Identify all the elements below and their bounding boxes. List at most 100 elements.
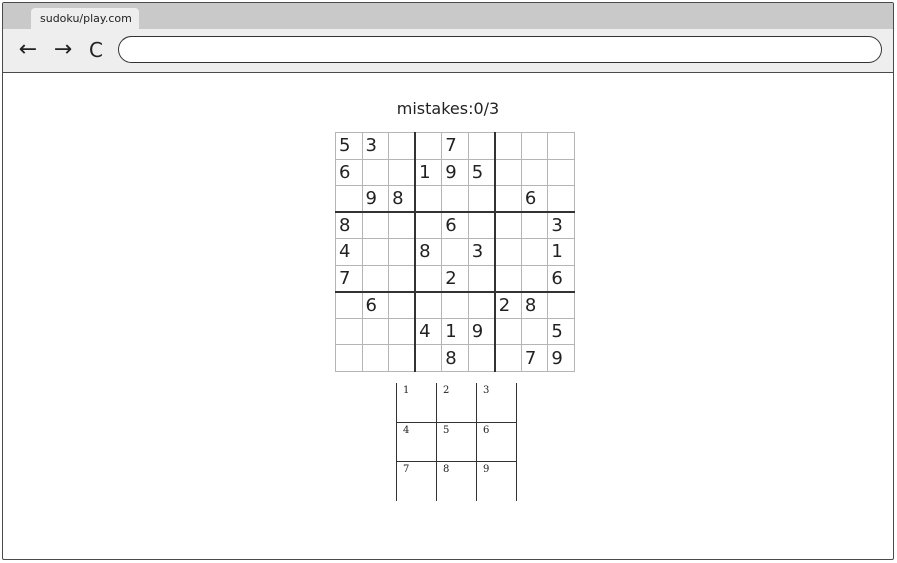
board-cell[interactable] xyxy=(388,264,417,293)
board-cell[interactable] xyxy=(494,264,522,293)
board-cell[interactable]: 8 xyxy=(388,185,417,214)
board-cell[interactable] xyxy=(388,317,417,346)
board-cell[interactable]: 5 xyxy=(335,132,363,160)
board-cell[interactable] xyxy=(361,264,390,293)
board-cell[interactable] xyxy=(361,158,390,187)
board-cell[interactable] xyxy=(335,291,363,319)
board-cell[interactable] xyxy=(388,158,417,187)
board-cell[interactable] xyxy=(547,158,575,187)
board-cell[interactable]: 8 xyxy=(520,291,549,319)
board-cell[interactable]: 8 xyxy=(441,344,469,372)
numpad-key[interactable]: 4 xyxy=(396,421,437,463)
board-cell[interactable] xyxy=(441,238,469,266)
numpad-key[interactable]: 7 xyxy=(396,461,437,501)
board-row: 7 2 6 xyxy=(335,264,575,293)
board-cell[interactable] xyxy=(388,238,417,266)
board-cell[interactable] xyxy=(520,158,549,187)
board-cell[interactable] xyxy=(547,291,575,319)
board-cell[interactable] xyxy=(361,211,390,240)
board-cell[interactable]: 5 xyxy=(467,158,496,187)
numpad-key[interactable]: 5 xyxy=(436,421,477,463)
board-cell[interactable]: 8 xyxy=(335,211,363,240)
board-cell[interactable]: 5 xyxy=(547,317,575,346)
board-cell[interactable] xyxy=(494,344,522,372)
board-cell[interactable]: 4 xyxy=(414,317,443,346)
board-cell[interactable]: 4 xyxy=(335,238,363,266)
numpad-row: 123 xyxy=(396,383,517,423)
back-arrow-icon[interactable]: ← xyxy=(15,37,41,63)
board-cell[interactable]: 9 xyxy=(467,317,496,346)
browser-tab[interactable]: sudoku/play.com xyxy=(31,8,139,30)
board-cell[interactable] xyxy=(520,211,549,240)
board-cell[interactable]: 9 xyxy=(547,344,575,372)
board-cell[interactable]: 2 xyxy=(441,264,469,293)
board-cell[interactable] xyxy=(388,344,417,372)
board-cell[interactable] xyxy=(494,185,522,214)
board-cell[interactable]: 7 xyxy=(520,344,549,372)
board-cell[interactable] xyxy=(388,291,417,319)
numpad-key[interactable]: 6 xyxy=(476,421,517,463)
board-cell[interactable] xyxy=(520,264,549,293)
forward-arrow-icon[interactable]: → xyxy=(50,37,76,63)
numpad-key[interactable]: 2 xyxy=(436,383,477,423)
board-cell[interactable]: 6 xyxy=(361,291,390,319)
board-cell[interactable] xyxy=(441,291,469,319)
board-cell[interactable] xyxy=(520,317,549,346)
numpad-key[interactable]: 8 xyxy=(436,461,477,501)
board-cell[interactable] xyxy=(361,344,390,372)
board-cell[interactable] xyxy=(335,185,363,214)
board-cell[interactable] xyxy=(414,211,443,240)
board-cell[interactable] xyxy=(494,317,522,346)
board-cell[interactable]: 3 xyxy=(467,238,496,266)
board-cell[interactable] xyxy=(335,317,363,346)
board-cell[interactable] xyxy=(494,132,522,160)
board-cell[interactable] xyxy=(414,132,443,160)
board-cell[interactable] xyxy=(388,132,417,160)
board-cell[interactable]: 3 xyxy=(547,211,575,240)
board-cell[interactable] xyxy=(441,185,469,214)
board-cell[interactable]: 7 xyxy=(441,132,469,160)
board-cell[interactable] xyxy=(467,211,496,240)
board-cell[interactable] xyxy=(547,132,575,160)
board-cell[interactable] xyxy=(547,185,575,214)
board-row: 4 83 1 xyxy=(335,238,575,266)
board-cell[interactable]: 6 xyxy=(441,211,469,240)
board-cell[interactable] xyxy=(335,344,363,372)
board-cell[interactable] xyxy=(388,211,417,240)
board-cell[interactable]: 6 xyxy=(520,185,549,214)
numpad-row: 789 xyxy=(396,461,517,501)
board-cell[interactable] xyxy=(467,344,496,372)
board-cell[interactable]: 1 xyxy=(547,238,575,266)
board-cell[interactable]: 6 xyxy=(547,264,575,293)
board-cell[interactable]: 1 xyxy=(414,158,443,187)
numpad-key[interactable]: 9 xyxy=(476,461,517,501)
reload-icon[interactable]: C xyxy=(83,37,109,63)
board-cell[interactable] xyxy=(467,185,496,214)
board-cell[interactable]: 9 xyxy=(361,185,390,214)
board-cell[interactable] xyxy=(467,132,496,160)
board-cell[interactable]: 9 xyxy=(441,158,469,187)
board-cell[interactable]: 6 xyxy=(335,158,363,187)
board-cell[interactable]: 3 xyxy=(361,132,390,160)
board-cell[interactable]: 7 xyxy=(335,264,363,293)
board-cell[interactable] xyxy=(520,238,549,266)
board-cell[interactable] xyxy=(414,291,443,319)
board-cell[interactable] xyxy=(467,291,496,319)
numpad-key[interactable]: 3 xyxy=(476,383,517,423)
board-cell[interactable]: 8 xyxy=(414,238,443,266)
board-cell[interactable] xyxy=(494,158,522,187)
board-cell[interactable] xyxy=(414,185,443,214)
board-cell[interactable] xyxy=(494,211,522,240)
board-cell[interactable] xyxy=(361,317,390,346)
board-cell[interactable] xyxy=(520,132,549,160)
board-cell[interactable]: 2 xyxy=(494,291,522,319)
address-bar[interactable] xyxy=(118,36,882,63)
board-cell[interactable] xyxy=(494,238,522,266)
board-cell[interactable] xyxy=(467,264,496,293)
numpad-key[interactable]: 1 xyxy=(396,383,437,423)
board-cell[interactable] xyxy=(414,344,443,372)
board-cell[interactable] xyxy=(361,238,390,266)
board-cell[interactable]: 1 xyxy=(441,317,469,346)
board-cell[interactable] xyxy=(414,264,443,293)
mistakes-counter: mistakes:0/3 xyxy=(396,99,500,118)
